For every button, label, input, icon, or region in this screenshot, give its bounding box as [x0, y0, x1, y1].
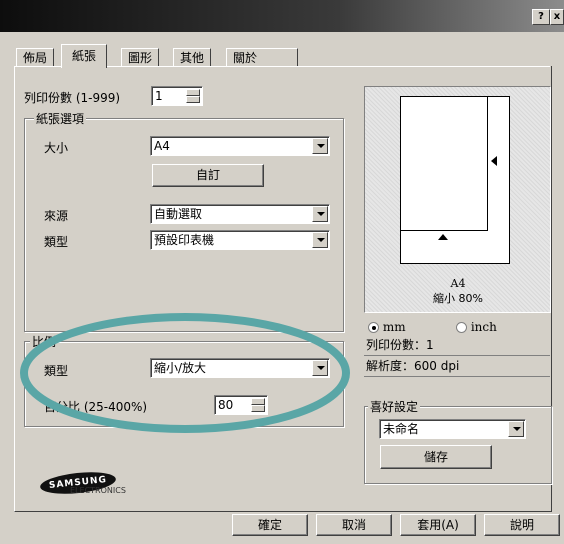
apply-button[interactable]: 套用(A) [400, 514, 476, 536]
paper-type-select[interactable]: 預設印表機 [150, 230, 330, 250]
cancel-button[interactable]: 取消 [316, 514, 392, 536]
unit-inch-label: inch [470, 320, 497, 334]
paper-source-select[interactable]: 自動選取 [150, 204, 330, 224]
paper-size-select[interactable]: A4 [150, 136, 330, 156]
info-resolution: 解析度：600 dpi [366, 359, 460, 373]
tab-extras[interactable]: 其他 [173, 48, 212, 67]
info-resolution-row: 解析度：600 dpi [364, 356, 550, 377]
tab-layout[interactable]: 佈局 [16, 48, 55, 67]
close-button[interactable]: x [550, 9, 564, 25]
copies-spinner[interactable]: 1 [151, 86, 203, 106]
info-copies-row: 列印份數：1 [364, 336, 550, 356]
highlight-ellipse [20, 313, 350, 433]
ok-button[interactable]: 確定 [232, 514, 308, 536]
copies-label: 列印份數 (1-999) [24, 91, 121, 105]
favorites-select[interactable]: 未命名 [379, 419, 526, 439]
chevron-down-icon[interactable] [508, 421, 524, 437]
favorites-value: 未命名 [383, 422, 420, 436]
radio-inch[interactable] [456, 322, 467, 333]
paper-source-value: 自動選取 [154, 207, 203, 221]
unit-inch-option[interactable]: inch [456, 320, 497, 334]
left-arrow-icon [491, 156, 497, 166]
preview-scale-text: 縮小 80% [433, 292, 483, 305]
save-favorite-button[interactable]: 儲存 [380, 445, 492, 469]
tab-paper[interactable]: 紙張 [61, 44, 108, 68]
paper-options-legend: 紙張選項 [34, 110, 87, 127]
unit-mm-option[interactable]: mm [368, 320, 406, 334]
paper-size-value: A4 [154, 139, 170, 153]
up-arrow-icon [438, 234, 448, 240]
unit-mm-label: mm [382, 320, 406, 334]
samsung-logo-sub: ELECTRONICS [70, 486, 126, 495]
chevron-down-icon[interactable] [312, 138, 328, 154]
paper-type-value: 預設印表機 [154, 233, 215, 247]
scaled-page-preview [400, 96, 488, 231]
tab-graphics[interactable]: 圖形 [121, 48, 160, 67]
help-footer-button[interactable]: 說明 [484, 514, 560, 536]
chevron-down-icon[interactable] [312, 206, 328, 222]
custom-size-button[interactable]: 自訂 [152, 164, 264, 187]
radio-mm[interactable] [368, 322, 379, 333]
help-button[interactable]: ? [532, 9, 550, 25]
favorites-legend: 喜好設定 [368, 398, 421, 415]
paper-size-label: 大小 [44, 141, 69, 155]
title-bar [0, 0, 564, 32]
paper-source-label: 來源 [44, 209, 69, 223]
paper-type-label: 類型 [44, 235, 69, 249]
copies-value: 1 [155, 89, 163, 103]
tab-about[interactable]: 關於 [226, 48, 299, 67]
copies-spin-buttons[interactable] [186, 89, 200, 103]
chevron-down-icon[interactable] [312, 232, 328, 248]
info-copies: 列印份數：1 [366, 338, 434, 352]
preview-paper-name: A4 [450, 277, 466, 290]
